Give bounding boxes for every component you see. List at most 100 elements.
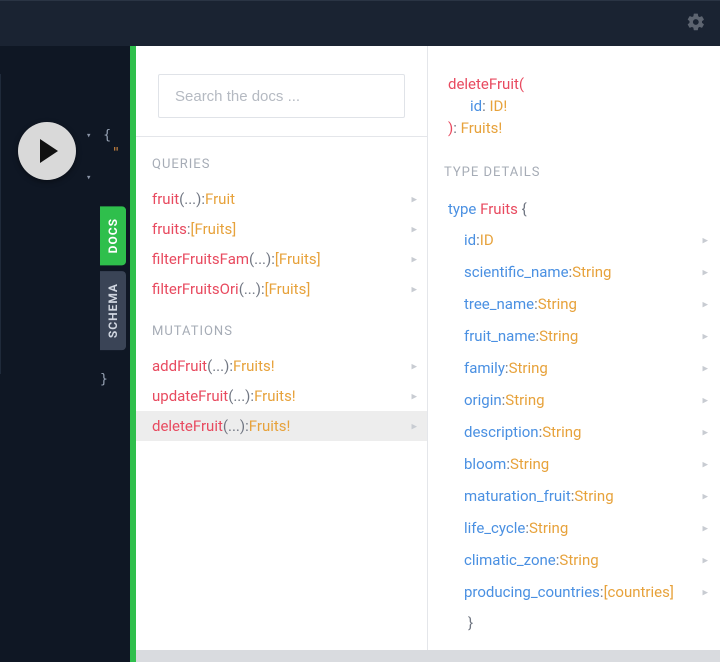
field-name: family — [464, 359, 505, 377]
field-type: String — [539, 327, 578, 345]
search-input[interactable] — [158, 74, 405, 118]
chevron-right-icon: ▸ — [702, 522, 708, 535]
mutation-row-updatefruit[interactable]: updateFruit(...): Fruits! ▸ — [136, 381, 427, 411]
field-type: String — [510, 455, 549, 473]
chevron-right-icon: ▸ — [411, 390, 417, 403]
chevron-right-icon: ▸ — [411, 420, 417, 433]
sig-open-paren: ( — [519, 75, 524, 93]
query-row-filterfruitsori[interactable]: filterFruitsOri(...): [Fruits] ▸ — [136, 274, 427, 304]
field-type: ID — [480, 231, 494, 249]
field-row-climatic_zone[interactable]: climatic_zone: String▸ — [448, 544, 710, 576]
query-args: (...) — [179, 190, 201, 208]
field-type: String — [509, 359, 548, 377]
sig-return-type: Fruits! — [461, 119, 503, 137]
sig-arg-type: ID! — [489, 97, 507, 115]
chevron-right-icon: ▸ — [702, 234, 708, 247]
chevron-right-icon: ▸ — [411, 253, 417, 266]
field-row-fruit_name[interactable]: fruit_name: String▸ — [448, 320, 710, 352]
field-name: climatic_zone — [464, 551, 556, 569]
type-definition: type Fruits { id: ID▸scientific_name: St… — [428, 192, 720, 632]
field-type: String — [542, 423, 581, 441]
mutation-row-addfruit[interactable]: addFruit(...): Fruits! ▸ — [136, 351, 427, 381]
brace-close: } — [468, 614, 473, 632]
field-name: producing_countries — [464, 583, 600, 601]
tab-docs[interactable]: DOCS — [100, 206, 126, 265]
chevron-right-icon: ▸ — [702, 554, 708, 567]
brace-open: { — [103, 128, 111, 143]
mutation-args: (...) — [223, 417, 245, 435]
query-return-type: [Fruits] — [275, 250, 321, 268]
field-row-bloom[interactable]: bloom: String▸ — [448, 448, 710, 480]
scrollbar-track[interactable] — [136, 650, 720, 662]
field-row-id[interactable]: id: ID▸ — [448, 224, 710, 256]
gear-icon[interactable] — [686, 12, 706, 36]
brace-close: } — [100, 372, 108, 387]
field-row-tree_name[interactable]: tree_name: String▸ — [448, 288, 710, 320]
chevron-right-icon: ▸ — [411, 223, 417, 236]
topbar — [0, 0, 720, 46]
query-args: (...) — [239, 280, 261, 298]
docs-nav-column: QUERIES fruit(...): Fruit ▸ fruits: [Fru… — [136, 46, 428, 662]
query-name: fruit — [152, 190, 179, 208]
field-name: bloom — [464, 455, 506, 473]
string-quote: " — [112, 146, 120, 161]
section-type-details-title: TYPE DETAILS — [428, 145, 720, 192]
mutation-name: deleteFruit — [152, 417, 223, 435]
field-type: String — [559, 551, 598, 569]
section-mutations-title: MUTATIONS — [136, 304, 427, 351]
chevron-right-icon: ▸ — [702, 266, 708, 279]
query-name: fruits — [152, 220, 187, 238]
field-row-producing_countries[interactable]: producing_countries: [countries]▸ — [448, 576, 710, 608]
mutation-name: addFruit — [152, 357, 207, 375]
field-row-origin[interactable]: origin: String▸ — [448, 384, 710, 416]
docs-panel: QUERIES fruit(...): Fruit ▸ fruits: [Fru… — [136, 46, 720, 662]
query-return-type: [Fruits] — [265, 280, 311, 298]
chevron-right-icon: ▸ — [411, 360, 417, 373]
field-type: String — [574, 487, 613, 505]
mutation-return-type: Fruits! — [233, 357, 275, 375]
field-name: tree_name — [464, 295, 534, 313]
tab-schema[interactable]: SCHEMA — [100, 271, 126, 350]
query-row-filterfruitsfam[interactable]: filterFruitsFam(...): [Fruits] ▸ — [136, 244, 427, 274]
query-return-type: [Fruits] — [191, 220, 237, 238]
signature: deleteFruit( id: ID! ): Fruits! — [428, 46, 720, 145]
mutation-return-type: Fruits! — [249, 417, 291, 435]
fold-toggle-icon[interactable]: ▾ — [86, 173, 91, 183]
side-tabs: DOCS SCHEMA — [100, 206, 126, 356]
query-row-fruit[interactable]: fruit(...): Fruit ▸ — [136, 184, 427, 214]
chevron-right-icon: ▸ — [702, 298, 708, 311]
query-args: (...) — [249, 250, 271, 268]
field-name: life_cycle — [464, 519, 525, 537]
play-icon — [40, 139, 58, 163]
query-row-fruits[interactable]: fruits: [Fruits] ▸ — [136, 214, 427, 244]
chevron-right-icon: ▸ — [702, 394, 708, 407]
brace-open: { — [522, 200, 527, 218]
chevron-right-icon: ▸ — [702, 586, 708, 599]
chevron-right-icon: ▸ — [702, 362, 708, 375]
mutation-name: updateFruit — [152, 387, 228, 405]
field-type: String — [572, 263, 611, 281]
query-name: filterFruitsOri — [152, 280, 239, 298]
field-type: String — [529, 519, 568, 537]
field-row-life_cycle[interactable]: life_cycle: String▸ — [448, 512, 710, 544]
field-row-description[interactable]: description: String▸ — [448, 416, 710, 448]
field-name: fruit_name — [464, 327, 535, 345]
query-return-type: Fruit — [205, 190, 235, 208]
field-type: String — [538, 295, 577, 313]
execute-button[interactable] — [18, 122, 76, 180]
field-name: id — [464, 231, 476, 249]
chevron-right-icon: ▸ — [702, 490, 708, 503]
chevron-right-icon: ▸ — [702, 458, 708, 471]
field-row-scientific_name[interactable]: scientific_name: String▸ — [448, 256, 710, 288]
mutation-args: (...) — [207, 357, 229, 375]
chevron-right-icon: ▸ — [702, 426, 708, 439]
field-row-family[interactable]: family: String▸ — [448, 352, 710, 384]
field-name: description — [464, 423, 539, 441]
field-type: [countries] — [604, 583, 674, 601]
sig-arg-name: id — [470, 97, 482, 115]
section-queries-title: QUERIES — [136, 137, 427, 184]
mutation-row-deletefruit[interactable]: deleteFruit(...): Fruits! ▸ — [136, 411, 427, 441]
field-name: scientific_name — [464, 263, 569, 281]
field-row-maturation_fruit[interactable]: maturation_fruit: String▸ — [448, 480, 710, 512]
fold-toggle-icon[interactable]: ▾ — [86, 131, 91, 141]
